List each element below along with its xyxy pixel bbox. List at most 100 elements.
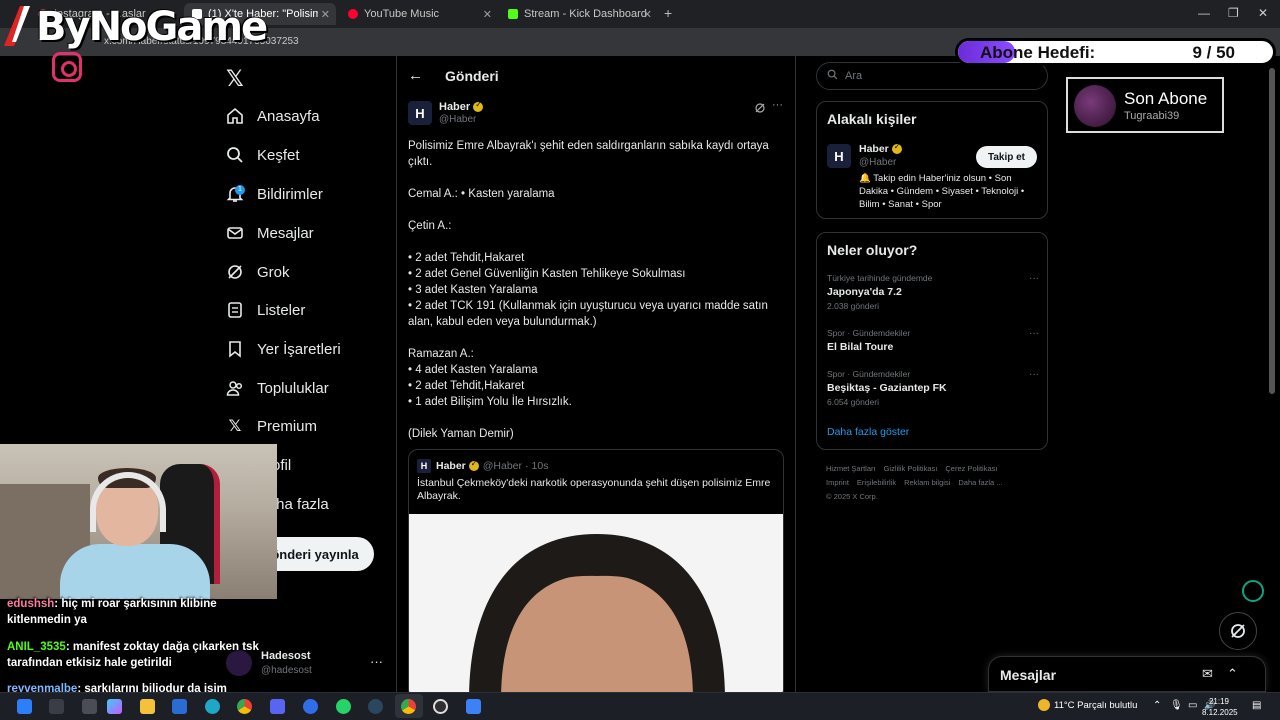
- more-options-icon[interactable]: ···: [1029, 273, 1039, 284]
- chrome-icon[interactable]: [237, 699, 252, 714]
- tweet-line: [408, 410, 780, 426]
- more-options-icon[interactable]: ···: [772, 99, 783, 111]
- more-options-icon[interactable]: ···: [1029, 369, 1039, 380]
- maximize-icon[interactable]: ❐: [1228, 6, 1239, 20]
- portrait-photo: [409, 514, 783, 698]
- footer-link[interactable]: Reklam bilgisi: [904, 478, 950, 487]
- app-icon[interactable]: [466, 699, 481, 714]
- network-icon[interactable]: ▭: [1188, 700, 1197, 711]
- trend-name: Japonya'da 7.2: [827, 286, 902, 298]
- close-window-icon[interactable]: ✕: [1258, 6, 1268, 20]
- edge-icon[interactable]: [205, 699, 220, 714]
- footer-link[interactable]: Erişilebilirlik: [857, 478, 896, 487]
- obs-icon[interactable]: [433, 699, 448, 714]
- browser-tab-kick[interactable]: Stream - Kick Dashboard ✕: [500, 3, 658, 25]
- search-icon[interactable]: [49, 699, 64, 714]
- new-tab-icon[interactable]: +: [664, 5, 672, 21]
- sidebar-item-notifications[interactable]: 1 Bildirimler: [226, 179, 386, 209]
- clock-time: 21:19: [1208, 697, 1230, 706]
- follow-button[interactable]: Takip et: [975, 146, 1037, 168]
- quoted-tweet[interactable]: H Haber @Haber · 10s İstanbul Çekmeköy'd…: [408, 449, 784, 699]
- back-arrow-icon[interactable]: ←: [408, 67, 423, 84]
- chat-username: ANIL_3535: [7, 641, 66, 653]
- grok-floating-button[interactable]: [1219, 612, 1257, 650]
- sidebar-item-explore[interactable]: Keşfet: [226, 140, 386, 170]
- trend-item[interactable]: Spor · Gündemdekiler El Bilal Toure ···: [827, 328, 1039, 353]
- messages-drawer[interactable]: Mesajlar ✉ ⌃: [988, 656, 1266, 692]
- chevron-up-icon[interactable]: ⌃: [1153, 700, 1161, 711]
- sidebar-item-label: Topluluklar: [257, 379, 329, 397]
- notification-icon[interactable]: ▤: [1252, 700, 1261, 711]
- show-more-link[interactable]: Daha fazla göster: [827, 426, 909, 438]
- chrome-icon[interactable]: [401, 699, 416, 714]
- footer-links: Hizmet Şartları Gizlilik Politikası Çerez …: [826, 462, 1046, 504]
- x-icon: 𝕏: [228, 418, 242, 435]
- tweet-line: [408, 330, 780, 346]
- footer-link[interactable]: Imprint: [826, 478, 849, 487]
- sidebar-item-label: Listeler: [257, 301, 306, 319]
- author-name[interactable]: Haber: [439, 101, 470, 113]
- minimize-icon[interactable]: —: [1198, 6, 1210, 20]
- chevron-up-icon[interactable]: ⌃: [1227, 666, 1238, 682]
- goal-count: 9 / 50: [1192, 43, 1235, 62]
- task-view-icon[interactable]: [82, 699, 97, 714]
- close-tab-icon[interactable]: ✕: [643, 8, 652, 21]
- separator-dot: ·: [525, 460, 529, 472]
- close-tab-icon[interactable]: ✕: [321, 8, 330, 21]
- close-tab-icon[interactable]: ✕: [483, 8, 492, 21]
- start-icon[interactable]: [17, 699, 32, 714]
- sidebar-item-label: Premium: [257, 417, 318, 435]
- page-title: Gönderi: [445, 68, 499, 84]
- weather-text[interactable]: 11°C Parçalı bulutlu: [1054, 700, 1137, 711]
- copilot-icon[interactable]: [107, 699, 122, 714]
- app-icon[interactable]: [303, 699, 318, 714]
- steam-icon[interactable]: [368, 699, 383, 714]
- more-options-icon[interactable]: ···: [1029, 328, 1039, 339]
- sidebar-item-label: Mesajlar: [257, 224, 314, 242]
- sidebar-item-communities[interactable]: Topluluklar: [226, 373, 386, 403]
- avatar[interactable]: H: [408, 101, 432, 125]
- sidebar-item-lists[interactable]: Listeler: [226, 295, 386, 325]
- tab-title: Stream - Kick Dashboard: [524, 8, 647, 20]
- sidebar-item-grok[interactable]: Grok: [226, 257, 386, 287]
- sidebar-item-messages[interactable]: Mesajlar: [226, 218, 386, 248]
- copyright: © 2025 X Corp.: [826, 492, 878, 501]
- x-logo-icon[interactable]: 𝕏: [226, 66, 244, 92]
- footer-link[interactable]: Çerez Politikası: [945, 464, 997, 473]
- quoted-tweet-image[interactable]: [409, 514, 783, 698]
- footer-link[interactable]: Hizmet Şartları: [826, 464, 876, 473]
- post-author[interactable]: H Haber @Haber: [408, 100, 484, 125]
- browser-tab-youtube-music[interactable]: YouTube Music ✕: [340, 3, 498, 25]
- trend-item[interactable]: Türkiye tarihinde gündemde Japonya'da 7.…: [827, 273, 1039, 311]
- taskbar-clock[interactable]: 21:19 8.12.2025: [1202, 696, 1238, 718]
- discord-icon[interactable]: [270, 699, 285, 714]
- account-more-icon[interactable]: ···: [370, 654, 383, 669]
- avatar: [1074, 85, 1116, 127]
- trend-count: 6.054 gönderi: [827, 397, 879, 407]
- whatsapp-icon[interactable]: [336, 699, 351, 714]
- verified-badge-icon: [891, 142, 902, 155]
- sidebar-item-premium[interactable]: 𝕏 Premium: [226, 411, 386, 441]
- footer-link[interactable]: Gizlilik Politikası: [884, 464, 938, 473]
- scrollbar[interactable]: [1269, 68, 1275, 394]
- search-input[interactable]: Ara: [816, 62, 1048, 90]
- new-message-icon[interactable]: ✉: [1202, 666, 1213, 682]
- related-user[interactable]: Haber @Haber: [859, 142, 902, 168]
- grok-icon[interactable]: [754, 101, 766, 119]
- trend-item[interactable]: Spor · Gündemdekiler Beşiktaş - Gaziante…: [827, 369, 1039, 407]
- microphone-icon[interactable]: 🎙: [1170, 700, 1183, 711]
- subscriber-goal-bar: Abone Hedefi: 9 / 50: [955, 38, 1276, 66]
- avatar[interactable]: H: [827, 144, 851, 168]
- related-user-bio: 🔔 Takip edin Haber'iniz olsun • Son Daki…: [859, 173, 1025, 210]
- tab-title: YouTube Music: [364, 8, 440, 20]
- clock-date: 8.12.2025: [1202, 708, 1238, 717]
- tweet-line: • 4 adet Kasten Yaralama: [408, 364, 538, 376]
- store-icon[interactable]: [172, 699, 187, 714]
- verified-badge-icon: [473, 100, 484, 113]
- sidebar-item-home[interactable]: Anasayfa: [226, 101, 386, 131]
- file-explorer-icon[interactable]: [140, 699, 155, 714]
- footer-link[interactable]: Daha fazla ...: [958, 478, 1002, 487]
- column-divider: [396, 56, 397, 692]
- chatgpt-extension-icon[interactable]: [1242, 580, 1264, 602]
- sidebar-item-bookmarks[interactable]: Yer İşaretleri: [226, 334, 386, 364]
